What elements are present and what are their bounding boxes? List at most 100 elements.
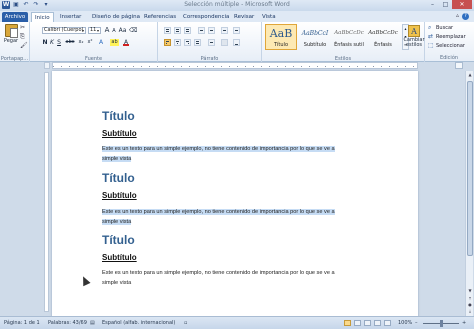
align-center-button[interactable] — [174, 39, 181, 46]
sort-button[interactable] — [221, 27, 228, 34]
clear-format-icon[interactable]: ⌫ — [129, 27, 137, 34]
replace-label: Reemplazar — [436, 34, 466, 40]
highlight-button[interactable]: ab — [110, 39, 119, 46]
page-count[interactable]: Página: 1 de 1 — [4, 320, 40, 326]
copy-icon[interactable]: ⎘ — [20, 34, 27, 40]
increase-indent-button[interactable] — [208, 27, 215, 34]
font-color-button[interactable]: A — [123, 39, 129, 46]
chevron-down-icon: ▾ — [96, 28, 99, 33]
heading-title[interactable]: Título — [102, 171, 135, 185]
subscript-button[interactable]: x₂ — [77, 39, 85, 46]
underline-button[interactable]: S — [56, 39, 62, 46]
line-spacing-button[interactable] — [208, 39, 215, 46]
body-line: Este es un texto para un simple ejemplo,… — [102, 209, 335, 215]
borders-button[interactable] — [233, 39, 240, 46]
language-status[interactable]: Español (alfab. internacional) — [102, 320, 175, 326]
find-button[interactable]: ⌕ Buscar — [428, 25, 453, 32]
vertical-ruler[interactable] — [44, 72, 49, 312]
align-right-button[interactable] — [184, 39, 191, 46]
shading-button[interactable] — [221, 39, 228, 46]
zoom-out-button[interactable]: – — [415, 320, 418, 326]
tab-archivo[interactable]: Archivo — [2, 12, 28, 22]
tab-selector[interactable] — [44, 62, 50, 69]
grow-font-button[interactable]: A — [104, 27, 110, 34]
scroll-up-icon[interactable]: ▲ — [466, 71, 474, 78]
body-paragraph[interactable]: Este es un texto para un simple ejemplo,… — [102, 208, 352, 227]
bullets-button[interactable] — [164, 27, 171, 34]
draft-view-button[interactable] — [384, 320, 391, 326]
select-button[interactable]: ⬚ Seleccionar — [428, 43, 465, 50]
help-icon[interactable]: ? — [462, 13, 469, 20]
style-name: Énfasis — [374, 42, 392, 48]
text-effects-button[interactable]: A — [98, 39, 104, 46]
multilevel-list-button[interactable] — [184, 27, 191, 34]
outline-view-button[interactable] — [374, 320, 381, 326]
font-size-combo[interactable]: 11 ▾ — [88, 27, 101, 34]
tab-insertar[interactable]: Insertar — [60, 12, 81, 22]
numbering-button[interactable] — [174, 27, 181, 34]
replace-button[interactable]: ⇄ Reemplazar — [428, 34, 466, 41]
style-name: Subtítulo — [303, 42, 327, 48]
scroll-down-icon[interactable]: ▼ — [466, 287, 474, 294]
ribbon: Pegar ✂ ⎘ 🖌 Portapap... Calibri (Cuerpo)… — [0, 22, 474, 62]
style-subtitulo[interactable]: AaBbCcI Subtítulo — [299, 24, 331, 50]
paste-button[interactable]: Pegar — [3, 24, 19, 44]
horizontal-ruler[interactable] — [52, 62, 418, 69]
heading-subtitle[interactable]: Subtítulo — [102, 129, 137, 138]
select-label: Seleccionar — [436, 43, 465, 49]
show-marks-button[interactable] — [233, 27, 240, 34]
document-page[interactable]: Título Subtítulo Este es un texto para u… — [52, 71, 418, 329]
full-screen-view-button[interactable] — [354, 320, 361, 326]
heading-title[interactable]: Título — [102, 233, 135, 247]
tab-vista[interactable]: Vista — [262, 12, 276, 22]
body-paragraph[interactable]: Este es un texto para un simple ejemplo,… — [102, 269, 352, 288]
superscript-button[interactable]: x² — [86, 39, 94, 46]
web-layout-view-button[interactable] — [364, 320, 371, 326]
print-layout-view-button[interactable] — [344, 320, 351, 326]
zoom-in-button[interactable]: + — [462, 320, 466, 326]
tab-revisar[interactable]: Revisar — [234, 12, 254, 22]
decrease-indent-button[interactable] — [198, 27, 205, 34]
bold-button[interactable]: N — [42, 39, 48, 46]
format-painter-icon[interactable]: 🖌 — [20, 43, 28, 49]
justify-button[interactable] — [194, 39, 201, 46]
close-button[interactable]: ✕ — [452, 0, 472, 9]
body-line: simple vista — [102, 279, 132, 286]
maximize-button[interactable]: □ — [439, 0, 452, 9]
style-name: Título — [273, 42, 289, 48]
strikethrough-button[interactable]: abc — [65, 39, 75, 46]
next-page-icon[interactable]: ⤓ — [466, 308, 474, 314]
italic-button[interactable]: K — [49, 39, 55, 46]
clipboard-group: Pegar ✂ ⎘ 🖌 Portapap... — [0, 22, 30, 62]
heading-subtitle[interactable]: Subtítulo — [102, 191, 137, 200]
cut-icon[interactable]: ✂ — [20, 25, 27, 31]
style-enfasis[interactable]: AaBbCcDc Énfasis — [367, 24, 399, 50]
align-left-button[interactable] — [164, 39, 171, 46]
zoom-level[interactable]: 100% — [398, 320, 412, 326]
scroll-thumb[interactable] — [467, 81, 473, 256]
style-titulo[interactable]: AaB Título — [265, 24, 297, 50]
tab-referencias[interactable]: Referencias — [144, 12, 176, 22]
tab-correspondencia[interactable]: Correspondencia — [183, 12, 229, 22]
tab-inicio[interactable]: Inicio — [31, 12, 54, 22]
change-case-button[interactable]: Aa — [118, 27, 127, 34]
word-count[interactable]: Palabras: 43/69 — [48, 320, 87, 326]
window-title: Selección múltiple - Microsoft Word — [184, 1, 290, 8]
macro-record-icon[interactable]: ▫ — [184, 320, 187, 326]
font-name-combo[interactable]: Calibri (Cuerpo) ▾ — [42, 27, 86, 34]
proofing-icon[interactable]: ▤ — [90, 320, 95, 326]
minimize-ribbon-icon[interactable]: ▵ — [456, 12, 459, 19]
body-paragraph[interactable]: Este es un texto para un simple ejemplo,… — [102, 145, 352, 164]
body-line: Este es un texto para un simple ejemplo,… — [102, 146, 335, 152]
vertical-scrollbar[interactable]: ▲ ▼ ⤒ ● ⤓ — [465, 71, 473, 316]
minimize-button[interactable]: – — [426, 0, 439, 9]
tab-diseno-de-pagina[interactable]: Diseño de página — [92, 12, 140, 22]
body-line: Este es un texto para un simple ejemplo,… — [102, 270, 335, 276]
heading-title[interactable]: Título — [102, 109, 135, 123]
view-ruler-button[interactable] — [455, 62, 463, 69]
shrink-font-button[interactable]: A — [111, 28, 117, 35]
style-enfasis-sutil[interactable]: AaBbCcDc Énfasis sutil — [333, 24, 365, 50]
zoom-slider-thumb[interactable] — [440, 320, 443, 327]
change-styles-button[interactable]: A Cambiar estilos — [403, 25, 425, 48]
heading-subtitle[interactable]: Subtítulo — [102, 253, 137, 262]
